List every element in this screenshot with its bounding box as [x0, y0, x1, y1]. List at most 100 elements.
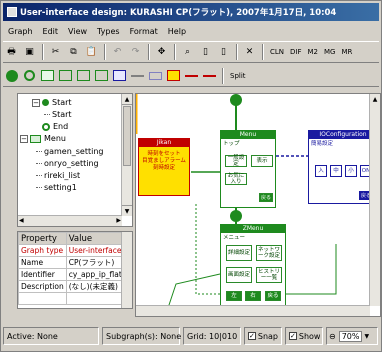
tree-item[interactable]: setting1 — [36, 182, 77, 193]
snap-checkbox[interactable]: ✓ — [248, 332, 256, 340]
scroll-down-icon[interactable]: ▼ — [122, 205, 132, 216]
menu-btn-general[interactable]: 一般設定 — [225, 155, 247, 167]
jikan-node[interactable]: Jikan 時刻をセット 目覚ましアラーム 刻時設定 — [138, 138, 190, 196]
delete-icon[interactable]: ✕ — [241, 44, 258, 61]
move-icon[interactable]: ✥ — [153, 44, 170, 61]
red-line-icon[interactable] — [183, 67, 200, 84]
box-icon[interactable] — [57, 67, 74, 84]
red-arrow-icon[interactable] — [201, 67, 218, 84]
paste-icon[interactable]: 📋 — [83, 44, 100, 61]
property-row[interactable]: Identifier cy_app_ip_flat — [18, 268, 132, 281]
graph-canvas[interactable]: Jikan 時刻をセット 目覚ましアラーム 刻時設定 Menu トップ 一般設定… — [135, 93, 381, 317]
config-btn-2[interactable]: 中 — [330, 165, 342, 177]
menu-node[interactable]: Menu トップ 一般設定 表示 お気に入り 戻る — [220, 130, 276, 208]
box-blue-icon[interactable] — [111, 67, 128, 84]
tree-item[interactable]: − Start — [32, 97, 72, 108]
snap-toggle[interactable]: ✓ Snap — [244, 327, 282, 345]
menu-node-sub: トップ — [223, 141, 240, 147]
box-violet-icon[interactable] — [147, 67, 164, 84]
menu-btn-display[interactable]: 表示 — [251, 155, 273, 167]
zoom-control[interactable]: ⊖ 70% ▼ — [326, 327, 378, 345]
menu-edit[interactable]: Edit — [38, 27, 64, 36]
show-checkbox[interactable]: ✓ — [289, 332, 297, 340]
menu-node-icon[interactable] — [39, 67, 56, 84]
cut-icon[interactable]: ✂ — [47, 44, 64, 61]
zoom-select[interactable]: 70% — [338, 330, 363, 342]
tree-line — [36, 187, 42, 188]
property-row[interactable]: Graph type User-interface — [18, 244, 132, 257]
property-key: Name — [18, 256, 67, 269]
menu-types[interactable]: Types — [92, 27, 125, 36]
page-icon[interactable]: ▯ — [197, 44, 214, 61]
tree-line — [36, 163, 42, 164]
scroll-up-icon[interactable]: ▲ — [370, 94, 380, 105]
config-btn-1[interactable]: 入 — [315, 165, 327, 177]
collapse-icon[interactable]: − — [32, 98, 40, 107]
tree-item-label: setting1 — [44, 183, 77, 192]
tree-item[interactable]: gamen_setting — [36, 146, 104, 157]
canvas-scrollbar[interactable]: ▲ — [369, 94, 380, 306]
box2-icon[interactable] — [75, 67, 92, 84]
redo-icon[interactable]: ↷ — [127, 44, 144, 61]
zmenu-btn-right[interactable]: 右 — [245, 291, 261, 301]
config-btn-3[interactable]: 小 — [345, 165, 357, 177]
property-scrollbar[interactable] — [121, 232, 132, 308]
menu-format[interactable]: Format — [125, 27, 163, 36]
split-button[interactable]: Split — [227, 67, 249, 84]
m2-button[interactable]: M2 — [305, 44, 322, 61]
tree-item[interactable]: End — [32, 121, 68, 132]
property-panel: Property Value Graph type User-interface… — [17, 231, 133, 309]
scroll-up-icon[interactable]: ▲ — [122, 94, 132, 105]
menu-btn-back[interactable]: 戻る — [259, 193, 273, 202]
save-icon[interactable]: ▣ — [21, 44, 38, 61]
tree-item[interactable]: onryo_setting — [36, 158, 99, 169]
tree-line — [36, 175, 42, 176]
line-icon[interactable] — [129, 67, 146, 84]
start-node-2[interactable] — [230, 210, 242, 222]
undo-icon[interactable]: ↶ — [109, 44, 126, 61]
start-node[interactable] — [230, 94, 242, 106]
yellow-box-icon[interactable] — [165, 67, 182, 84]
print-icon[interactable]: 🖶 — [3, 44, 20, 61]
menu-help[interactable]: Help — [163, 27, 191, 36]
tree-item[interactable]: rireki_list — [36, 170, 80, 181]
tree-item[interactable]: Start — [44, 109, 72, 120]
mr-button[interactable]: MR — [338, 44, 355, 61]
menu-view[interactable]: View — [63, 27, 92, 36]
scroll-right-icon[interactable]: ▶ — [116, 217, 121, 224]
scroll-thumb[interactable] — [123, 106, 131, 166]
tree-item[interactable]: − Menu — [20, 133, 66, 144]
zmenu-node[interactable]: ZMenu メニュー 詳細設定 ネットワーク設定 画面設定 ヒストリー一覧 左 … — [220, 224, 286, 306]
cln-button[interactable]: CLN — [267, 44, 287, 61]
zmenu-btn-screen[interactable]: 画面設定 — [226, 267, 252, 283]
collapse-icon[interactable]: − — [20, 134, 28, 143]
dif-button[interactable]: DIF — [287, 44, 304, 61]
copy-icon[interactable]: ⧉ — [65, 44, 82, 61]
canvas-hscrollbar[interactable] — [136, 305, 370, 316]
property-row[interactable]: Description (なし)(未定義) — [18, 280, 132, 293]
start-node-icon[interactable] — [3, 67, 20, 84]
jikan-node-title: Jikan — [139, 139, 189, 147]
zmenu-btn-back[interactable]: 戻る — [265, 291, 281, 301]
chevron-down-icon[interactable]: ▼ — [364, 333, 369, 340]
zoom-icon[interactable]: ⌕ — [179, 44, 196, 61]
menu-btn-favorite[interactable]: お気に入り — [225, 173, 247, 185]
zoom-out-icon[interactable]: ⊖ — [329, 332, 336, 341]
zmenu-node-sub: メニュー — [223, 235, 246, 241]
box3-icon[interactable] — [93, 67, 110, 84]
config-node[interactable]: IOConfiguration 簡易設定 入 中 小 ON 戻る — [308, 130, 378, 204]
page2-icon[interactable]: ▯ — [215, 44, 232, 61]
mg-button[interactable]: MG — [321, 44, 338, 61]
menu-graph[interactable]: Graph — [3, 27, 38, 36]
tree-scrollbar[interactable]: ▲ ▼ — [121, 94, 132, 216]
zmenu-btn-detail[interactable]: 詳細設定 — [226, 245, 252, 261]
tree-hscrollbar[interactable]: ◀ ▶ — [18, 215, 122, 226]
zmenu-btn-history[interactable]: ヒストリー一覧 — [256, 267, 282, 283]
show-toggle[interactable]: ✓ Show — [285, 327, 323, 345]
shape-toolbar: Split — [3, 65, 379, 87]
zmenu-btn-left[interactable]: 左 — [226, 291, 242, 301]
property-row[interactable]: Name CP(フラット) — [18, 256, 132, 269]
zmenu-btn-network[interactable]: ネットワーク設定 — [256, 245, 282, 261]
end-node-icon[interactable] — [21, 67, 38, 84]
scroll-left-icon[interactable]: ◀ — [19, 217, 24, 224]
